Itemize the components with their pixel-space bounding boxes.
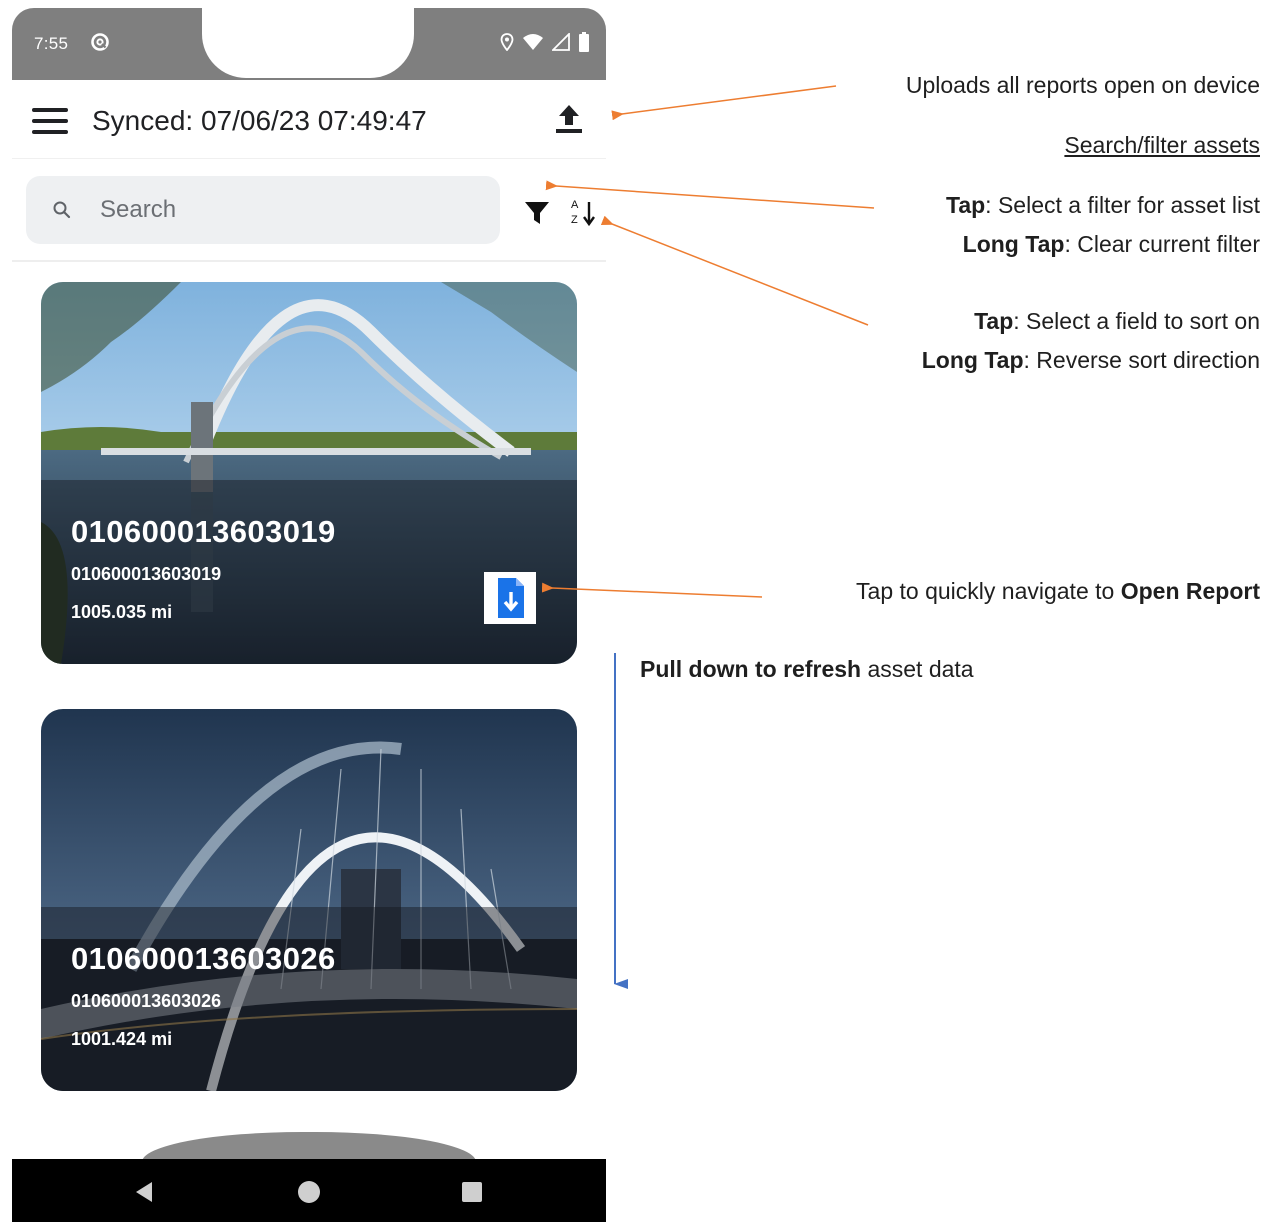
search-icon: [53, 201, 71, 219]
svg-text:A: A: [571, 199, 579, 211]
open-report-button[interactable]: [484, 572, 536, 624]
svg-text:Z: Z: [571, 214, 578, 226]
camera-notch: [202, 8, 414, 78]
asset-distance: 1001.424 mi: [71, 1029, 173, 1049]
status-time: 7:55: [34, 34, 69, 53]
at-sign-icon: [91, 33, 109, 51]
asset-distance: 1005.035 mi: [71, 602, 173, 622]
wifi-icon: [523, 34, 543, 50]
battery-icon: [579, 32, 589, 52]
report-download-icon: [498, 578, 524, 618]
sort-az-icon[interactable]: A Z: [570, 196, 598, 228]
search-box[interactable]: [26, 176, 500, 244]
asset-card[interactable]: 010600013603019 010600013603019 1005.035…: [41, 282, 577, 664]
status-icons: [500, 32, 590, 52]
home-icon[interactable]: [298, 1181, 320, 1203]
android-nav-bar: [12, 1159, 606, 1222]
annotation-pull-refresh: Pull down to refresh asset data: [640, 656, 974, 682]
asset-id: 010600013603019: [71, 564, 222, 584]
asset-title: 010600013603019: [71, 514, 336, 549]
annotation-search-heading: Search/filter assets: [1064, 132, 1260, 158]
upload-icon[interactable]: [552, 102, 586, 136]
next-card-peek: [142, 1132, 476, 1162]
app-bar: Synced: 07/06/23 07:49:47: [12, 80, 606, 159]
search-input[interactable]: [100, 176, 480, 244]
filter-icon[interactable]: [524, 200, 550, 226]
hamburger-menu-icon[interactable]: [32, 108, 68, 134]
status-bar: 7:55: [12, 8, 606, 80]
phone-screen: 7:55 Synced: 07/06/23 07:49:47 Search A …: [12, 8, 606, 1222]
annotation-filter-long-tap: Long Tap: Clear current filter: [962, 231, 1260, 257]
recents-icon[interactable]: [462, 1182, 482, 1202]
upload-arrow: [611, 85, 837, 121]
annotation-upload: Uploads all reports open on device: [905, 72, 1260, 98]
annotation-sort-tap: Tap: Select a field to sort on: [974, 308, 1260, 334]
sort-arrow: [600, 215, 869, 326]
annotation-filter-tap: Tap: Select a filter for asset list: [945, 192, 1260, 218]
search-toolbar: A Z: [12, 160, 606, 262]
annotation-sort-long-tap: Long Tap: Reverse sort direction: [921, 347, 1260, 373]
location-icon: [500, 33, 514, 51]
asset-card[interactable]: 010600013603026 010600013603026 1001.424…: [41, 709, 577, 1091]
back-icon[interactable]: [134, 1181, 154, 1203]
sync-status-title: Synced: 07/06/23 07:49:47: [92, 105, 427, 136]
signal-icon: [552, 33, 570, 51]
annotation-open-report: Tap to quickly navigate to Open Report: [856, 578, 1260, 604]
asset-title: 010600013603026: [71, 941, 336, 976]
asset-id: 010600013603026: [71, 991, 222, 1011]
